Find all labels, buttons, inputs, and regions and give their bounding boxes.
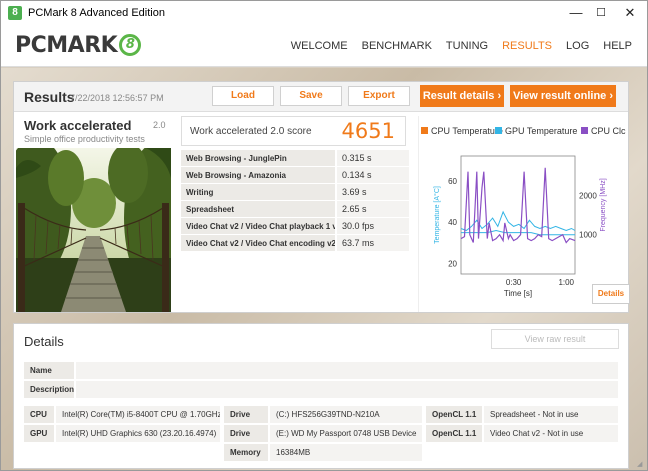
benchmark-name: Work accelerated	[24, 118, 132, 133]
cpu-value: Intel(R) Core(TM) i5-8400T CPU @ 1.70GHz	[56, 406, 220, 423]
details-panel: Details View raw result Name Description…	[13, 323, 629, 469]
subtest-name: Web Browsing - Amazonia	[181, 167, 335, 183]
nav-results[interactable]: RESULTS	[495, 40, 559, 52]
drive-c-label: Drive	[224, 406, 268, 423]
result-details-label: Result details	[422, 90, 495, 102]
export-button[interactable]: Export	[348, 86, 410, 106]
opencl-spreadsheet-value: Spreadsheet - Not in use	[484, 406, 618, 423]
chart-svg: 20 40 60 1000 2000 0:30 1:00 Time [s] Temperatur…	[433, 155, 607, 298]
chevron-right-icon: ›	[609, 90, 614, 102]
memory-label: Memory	[224, 444, 268, 461]
name-value	[76, 362, 618, 379]
y-right-axis-label: Frequency [MHz]	[600, 178, 607, 231]
nav-log[interactable]: LOG	[559, 40, 596, 52]
nav-tuning[interactable]: TUNING	[439, 40, 495, 52]
table-row: Web Browsing - JunglePin 0.315 s	[181, 150, 409, 167]
gpu-label: GPU	[24, 425, 54, 442]
pcmark-logo: PCMARK 8	[15, 33, 142, 58]
logo-badge-8: 8	[119, 34, 142, 56]
table-row: Video Chat v2 / Video Chat encoding v2 63…	[181, 235, 409, 252]
main-nav: WELCOME BENCHMARK TUNING RESULTS LOG HEL…	[284, 40, 639, 52]
opencl-videochat-value: Video Chat v2 - Not in use	[484, 425, 618, 442]
view-result-online-button[interactable]: View result online ›	[510, 85, 616, 107]
x-axis-label: Time [s]	[504, 289, 532, 298]
subtest-value: 63.7 ms	[337, 235, 409, 251]
subtest-value: 2.65 s	[337, 201, 409, 217]
description-value	[76, 381, 618, 398]
memory-value: 16384MB	[270, 444, 422, 461]
table-row: Video Chat v2 / Video Chat playback 1 v2…	[181, 218, 409, 235]
logo-text: PCMARK	[15, 33, 118, 58]
description-label: Description	[24, 381, 74, 398]
subtest-name: Video Chat v2 / Video Chat playback 1 v2	[181, 218, 335, 234]
pcmark-app-icon: 8	[8, 6, 22, 20]
title-bar: 8 PCMark 8 Advanced Edition — ☐ ✕	[1, 1, 647, 25]
table-row: Web Browsing - Amazonia 0.134 s	[181, 167, 409, 184]
drive-c-value: (C:) HFS256G39TND-N210A	[270, 406, 422, 423]
view-online-label: View result online	[512, 90, 607, 102]
results-header: Results 7/22/2018 12:56:57 PM Load Save …	[14, 82, 628, 112]
nav-benchmark[interactable]: BENCHMARK	[355, 40, 439, 52]
benchmark-subtitle: Simple office productivity tests	[24, 134, 145, 144]
opencl-videochat-label: OpenCL 1.1	[426, 425, 482, 442]
score-label: Work accelerated 2.0 score	[190, 126, 312, 137]
subtest-value: 30.0 fps	[337, 218, 409, 234]
cpu-label: CPU	[24, 406, 54, 423]
y-left-tick-label: 20	[448, 260, 457, 269]
maximize-button[interactable]: ☐	[586, 1, 616, 25]
y-left-axis-label: Temperature [A°C]	[433, 186, 441, 244]
drive-e-label: Drive	[224, 425, 268, 442]
monitoring-chart: CPU Temperature GPU Temperature CPU Clc …	[418, 116, 630, 312]
nav-help[interactable]: HELP	[596, 40, 639, 52]
score-box: Work accelerated 2.0 score 4651	[181, 116, 406, 146]
y-right-tick-label: 1000	[579, 231, 597, 240]
y-right-tick-label: 2000	[579, 191, 597, 200]
y-left-tick-label: 60	[448, 177, 457, 186]
close-button[interactable]: ✕	[615, 1, 645, 25]
x-tick-label: 0:30	[506, 278, 522, 287]
score-value: 4651	[341, 119, 395, 143]
subtest-value: 0.134 s	[337, 167, 409, 183]
benchmark-version: 2.0	[153, 120, 166, 130]
chart-details-button[interactable]: Details	[592, 284, 630, 304]
subtest-name: Spreadsheet	[181, 201, 335, 217]
table-row: Spreadsheet 2.65 s	[181, 201, 409, 218]
results-panel: Results 7/22/2018 12:56:57 PM Load Save …	[13, 81, 630, 313]
app-window: 8 PCMark 8 Advanced Edition — ☐ ✕ PCMARK…	[0, 0, 648, 471]
drive-e-value: (E:) WD My Passport 0748 USB Device	[270, 425, 422, 442]
resize-grip-icon[interactable]: ◢	[637, 460, 645, 468]
chevron-right-icon: ›	[497, 90, 502, 102]
details-title: Details	[24, 334, 64, 349]
name-label: Name	[24, 362, 74, 379]
app-header: PCMARK 8 WELCOME BENCHMARK TUNING RESULTS…	[1, 25, 647, 67]
results-title: Results	[24, 89, 75, 105]
view-raw-result-button[interactable]: View raw result	[491, 329, 619, 349]
save-button[interactable]: Save	[280, 86, 342, 106]
result-details-button[interactable]: Result details ›	[420, 85, 504, 107]
subtest-value: 0.315 s	[337, 150, 409, 166]
load-button[interactable]: Load	[212, 86, 274, 106]
subtest-name: Web Browsing - JunglePin	[181, 150, 335, 166]
table-row: Writing 3.69 s	[181, 184, 409, 201]
subtest-results-table: Web Browsing - JunglePin 0.315 s Web Brow…	[181, 150, 409, 252]
x-tick-label: 1:00	[558, 278, 574, 287]
opencl-spreadsheet-label: OpenCL 1.1	[426, 406, 482, 423]
window-title: PCMark 8 Advanced Edition	[28, 7, 165, 19]
gpu-value: Intel(R) UHD Graphics 630 (23.20.16.4974…	[56, 425, 220, 442]
results-timestamp: 7/22/2018 12:56:57 PM	[70, 93, 164, 103]
benchmark-image-rope-bridge	[16, 148, 171, 312]
nav-welcome[interactable]: WELCOME	[284, 40, 355, 52]
subtest-name: Writing	[181, 184, 335, 200]
subtest-value: 3.69 s	[337, 184, 409, 200]
subtest-name: Video Chat v2 / Video Chat encoding v2	[181, 235, 335, 251]
y-left-tick-label: 40	[448, 218, 457, 227]
